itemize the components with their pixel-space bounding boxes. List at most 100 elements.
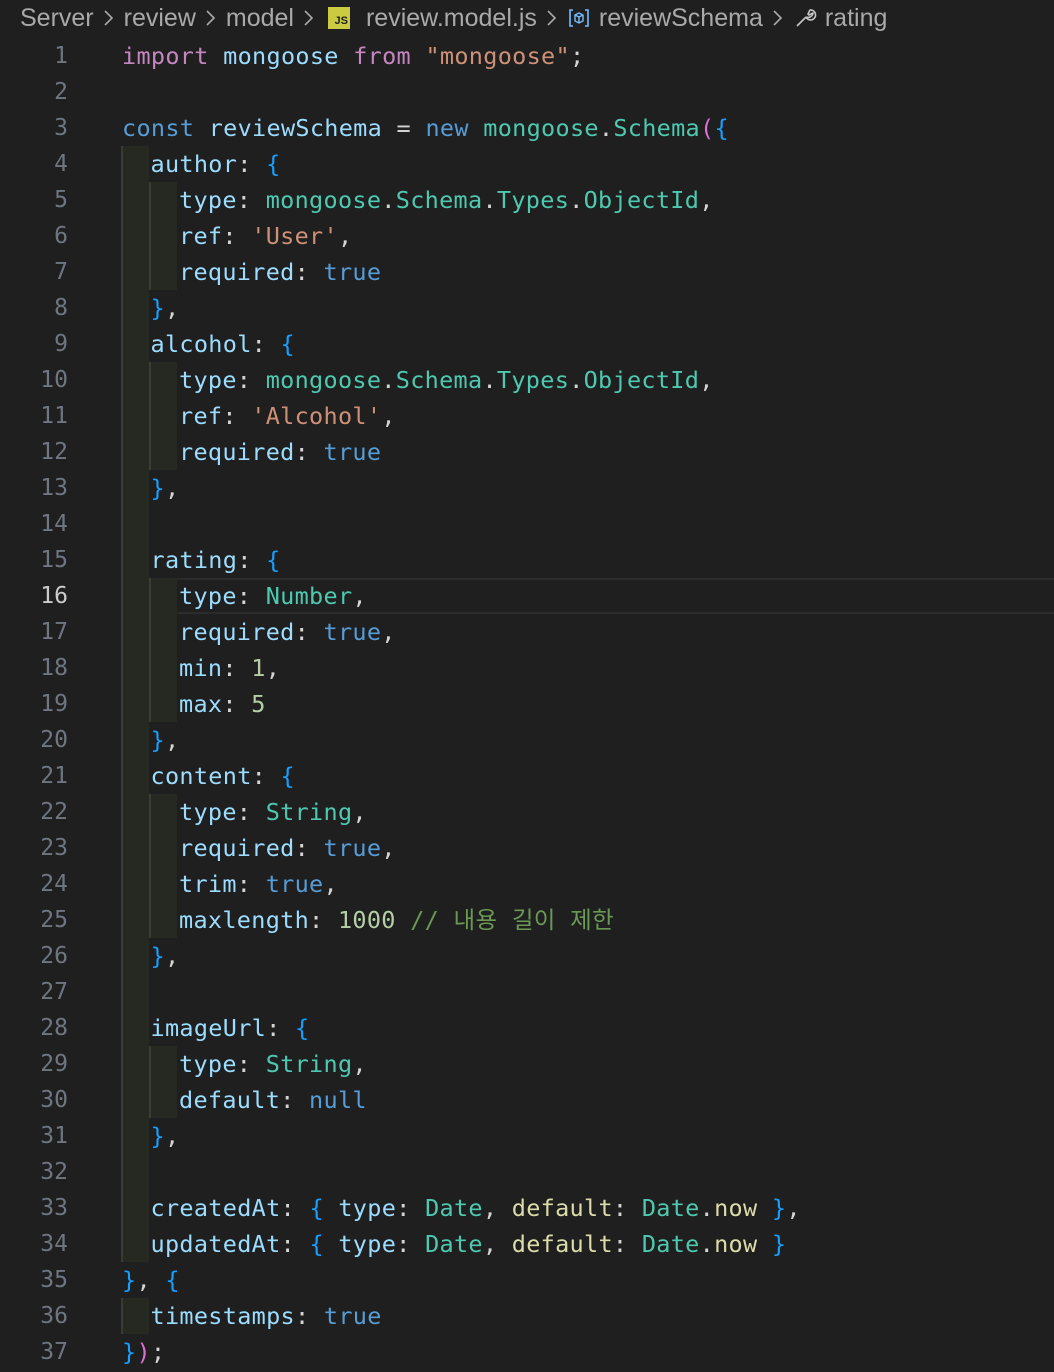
code-line[interactable]: 13}, — [0, 470, 1054, 506]
code-text[interactable]: }, { — [122, 1262, 180, 1298]
code-line[interactable]: 11 ref: 'Alcohol', — [0, 398, 1054, 434]
code-token: timestamps — [150, 1302, 295, 1330]
code-line[interactable]: 10 type: mongoose.Schema.Types.ObjectId, — [0, 362, 1054, 398]
code-token: . — [569, 186, 584, 214]
line-number: 28 — [40, 1015, 68, 1041]
code-token: { — [266, 546, 281, 574]
code-token: mongoose — [223, 42, 339, 70]
code-line[interactable]: 32 — [0, 1154, 1054, 1190]
chevron-right-icon — [771, 8, 785, 28]
code-line[interactable]: 30 default: null — [0, 1082, 1054, 1118]
breadcrumb-item-folder-model[interactable]: model — [226, 4, 294, 33]
indent-guide — [121, 506, 149, 542]
code-line[interactable]: 3 const reviewSchema = new mongoose.Schem… — [0, 110, 1054, 146]
code-token: : — [280, 1230, 310, 1258]
code-line[interactable]: 27 — [0, 974, 1054, 1010]
code-line[interactable]: 8}, — [0, 290, 1054, 326]
code-text[interactable]: timestamps: true — [122, 1298, 382, 1334]
code-text[interactable]: imageUrl: { — [122, 1010, 310, 1046]
code-text[interactable]: type: Number, — [122, 578, 367, 614]
code-token: : — [236, 186, 266, 214]
code-text[interactable]: min: 1, — [122, 650, 280, 686]
code-line[interactable]: 12 required: true — [0, 434, 1054, 470]
code-editor[interactable]: 1 import mongoose from "mongoose"; 2 3 const… — [0, 38, 1054, 1370]
code-text[interactable]: }, — [122, 722, 180, 758]
code-text[interactable]: type: mongoose.Schema.Types.ObjectId, — [122, 362, 714, 398]
code-line[interactable]: 25 maxlength: 1000 // 내용 길이 제한 — [0, 902, 1054, 938]
code-text[interactable]: import mongoose from "mongoose"; — [122, 38, 584, 74]
code-line[interactable]: 26}, — [0, 938, 1054, 974]
code-line[interactable]: 9 alcohol: { — [0, 326, 1054, 362]
code-line[interactable]: 22 type: String, — [0, 794, 1054, 830]
code-line[interactable]: 14 — [0, 506, 1054, 542]
code-line[interactable]: 31}, — [0, 1118, 1054, 1154]
code-text[interactable]: required: true — [122, 434, 381, 470]
code-token: max — [179, 690, 223, 718]
code-line[interactable]: 17 required: true, — [0, 614, 1054, 650]
code-text[interactable]: type: String, — [122, 1046, 367, 1082]
code-line[interactable]: 20}, — [0, 722, 1054, 758]
code-token: reviewSchema — [208, 114, 383, 142]
code-text[interactable]: rating: { — [122, 542, 281, 578]
breadcrumb-item-folder-server[interactable]: Server — [20, 4, 94, 33]
breadcrumb-item-symbol-reviewschema[interactable]: reviewSchema — [599, 4, 763, 33]
code-line[interactable]: 15 rating: { — [0, 542, 1054, 578]
code-text[interactable]: updatedAt: { type: Date, default: Date.n… — [122, 1226, 787, 1262]
breadcrumb-item-symbol-rating[interactable]: rating — [825, 4, 888, 33]
code-text[interactable]: alcohol: { — [122, 326, 295, 362]
code-text[interactable]: const reviewSchema = new mongoose.Schema… — [122, 110, 729, 146]
code-text[interactable]: required: true — [122, 254, 381, 290]
code-text[interactable]: }, — [122, 470, 180, 506]
code-text[interactable]: type: mongoose.Schema.Types.ObjectId, — [122, 182, 714, 218]
code-line[interactable]: 29 type: String, — [0, 1046, 1054, 1082]
code-token: Schema — [395, 186, 483, 214]
code-line[interactable]: 4 author: { — [0, 146, 1054, 182]
code-line[interactable]: 21 content: { — [0, 758, 1054, 794]
code-text[interactable]: ref: 'User', — [122, 218, 352, 254]
code-line[interactable]: 1 import mongoose from "mongoose"; — [0, 38, 1054, 74]
code-text[interactable]: required: true, — [122, 614, 396, 650]
code-text[interactable]: }, — [122, 290, 180, 326]
code-token: . — [699, 1194, 715, 1222]
code-token: true — [323, 258, 382, 286]
code-line[interactable]: 7 required: true — [0, 254, 1054, 290]
code-text[interactable]: required: true, — [122, 830, 396, 866]
code-line[interactable]: 37}); — [0, 1334, 1054, 1370]
code-line[interactable]: 28 imageUrl: { — [0, 1010, 1054, 1046]
code-line[interactable]: 24 trim: true, — [0, 866, 1054, 902]
line-number: 20 — [40, 727, 68, 753]
code-line[interactable]: 18 min: 1, — [0, 650, 1054, 686]
code-text[interactable]: }); — [122, 1334, 165, 1370]
code-line[interactable]: 19 max: 5 — [0, 686, 1054, 722]
code-token: type — [338, 1230, 397, 1258]
code-text[interactable]: maxlength: 1000 // 내용 길이 제한 — [122, 902, 614, 938]
breadcrumb-item-file[interactable]: review.model.js — [366, 4, 537, 33]
code-line[interactable]: 34 updatedAt: { type: Date, default: Date… — [0, 1226, 1054, 1262]
code-token: true — [265, 870, 324, 898]
code-text[interactable]: trim: true, — [122, 866, 338, 902]
code-token: new — [425, 114, 469, 142]
code-text[interactable]: type: String, — [122, 794, 367, 830]
code-line[interactable]: 16 type: Number, — [0, 578, 1054, 614]
code-line[interactable]: 35}, { — [0, 1262, 1054, 1298]
code-text[interactable]: content: { — [122, 758, 295, 794]
code-text[interactable]: createdAt: { type: Date, default: Date.n… — [122, 1190, 801, 1226]
breadcrumb: Server review model JS review.model.js r… — [0, 0, 1054, 36]
code-text[interactable]: ref: 'Alcohol', — [122, 398, 396, 434]
code-text[interactable]: max: 5 — [122, 686, 266, 722]
code-text[interactable]: }, — [122, 938, 180, 974]
code-line[interactable]: 23 required: true, — [0, 830, 1054, 866]
code-token: min — [179, 654, 223, 682]
code-token: String — [265, 798, 353, 826]
code-text[interactable]: default: null — [122, 1082, 367, 1118]
code-line[interactable]: 36 timestamps: true — [0, 1298, 1054, 1334]
line-number: 34 — [40, 1231, 68, 1257]
code-text[interactable]: }, — [122, 1118, 180, 1154]
code-line[interactable]: 5 type: mongoose.Schema.Types.ObjectId, — [0, 182, 1054, 218]
code-text[interactable]: author: { — [122, 146, 281, 182]
code-line[interactable]: 6 ref: 'User', — [0, 218, 1054, 254]
code-line[interactable]: 2 — [0, 74, 1054, 110]
code-line[interactable]: 33 createdAt: { type: Date, default: Date… — [0, 1190, 1054, 1226]
breadcrumb-item-folder-review[interactable]: review — [124, 4, 196, 33]
